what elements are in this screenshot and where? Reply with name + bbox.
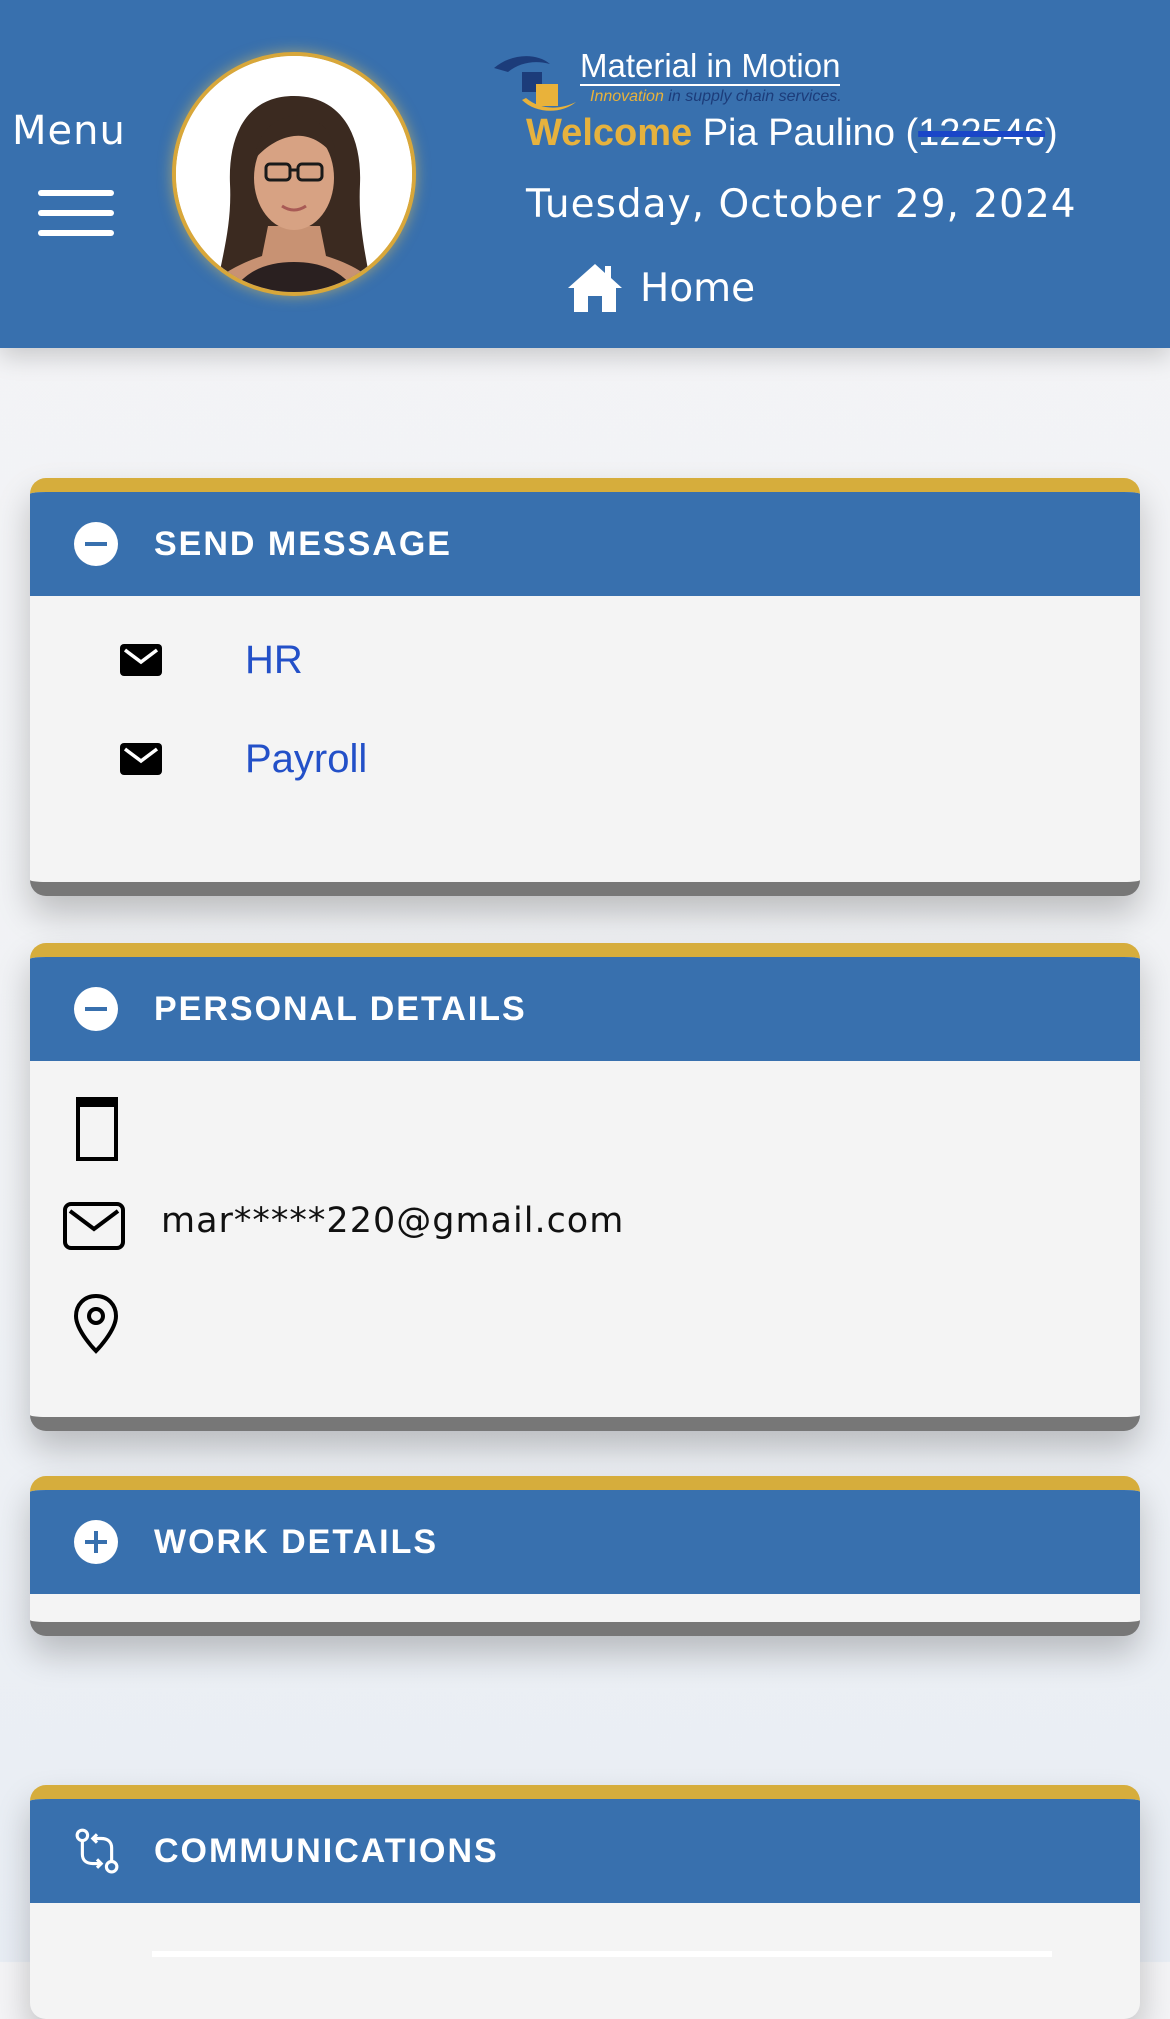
communications-content [152,1951,1052,1957]
message-payroll-link[interactable]: Payroll [245,737,367,782]
message-payroll-row[interactable]: Payroll [30,729,1140,789]
logo-title: Material in Motion [580,47,841,86]
logo-mark-icon [494,56,576,111]
personal-details-title: PERSONAL DETAILS [154,990,527,1028]
employee-id: (122546) [905,112,1058,154]
location-pin-icon [73,1293,119,1354]
work-details-header[interactable]: WORK DETAILS [30,1490,1140,1594]
user-name: Pia Paulino [702,112,895,154]
hamburger-icon[interactable] [38,190,114,236]
message-hr-link[interactable]: HR [245,638,303,683]
logo-tagline: Innovation in supply chain services. [590,88,842,105]
send-message-header[interactable]: SEND MESSAGE [30,492,1140,596]
menu-label[interactable]: Menu [12,108,126,154]
work-details-card: WORK DETAILS [30,1476,1140,1636]
current-date: Tuesday, October 29, 2024 [526,182,1077,227]
welcome-label: Welcome [526,112,693,154]
work-details-title: WORK DETAILS [154,1523,439,1561]
send-message-title: SEND MESSAGE [154,525,452,563]
envelope-icon [120,743,162,775]
welcome-text: Welcome Pia Paulino (122546) [526,112,1058,155]
company-logo: Material in Motion Innovation in supply … [492,48,872,112]
home-icon [568,264,622,312]
app-header: Menu Material in Motion Innovation in su… [0,0,1170,348]
send-message-card: SEND MESSAGE HR Payroll [30,478,1140,896]
email-icon [63,1202,125,1250]
transfer-arrows-icon [75,1828,119,1874]
home-link[interactable]: Home [566,260,755,316]
phone-icon [76,1097,118,1161]
expand-icon[interactable] [74,1520,118,1564]
home-label: Home [640,265,756,311]
personal-details-header[interactable]: PERSONAL DETAILS [30,957,1140,1061]
collapse-icon[interactable] [74,987,118,1031]
collapse-icon[interactable] [74,522,118,566]
envelope-icon [120,644,162,676]
communications-header[interactable]: COMMUNICATIONS [30,1799,1140,1903]
personal-details-card: PERSONAL DETAILS mar*****220@gmail.com [30,943,1140,1431]
communications-title: COMMUNICATIONS [154,1832,499,1870]
message-hr-row[interactable]: HR [30,630,1140,690]
email-value: mar*****220@gmail.com [161,1201,625,1241]
communications-card: COMMUNICATIONS [30,1785,1140,2019]
avatar [172,52,416,296]
